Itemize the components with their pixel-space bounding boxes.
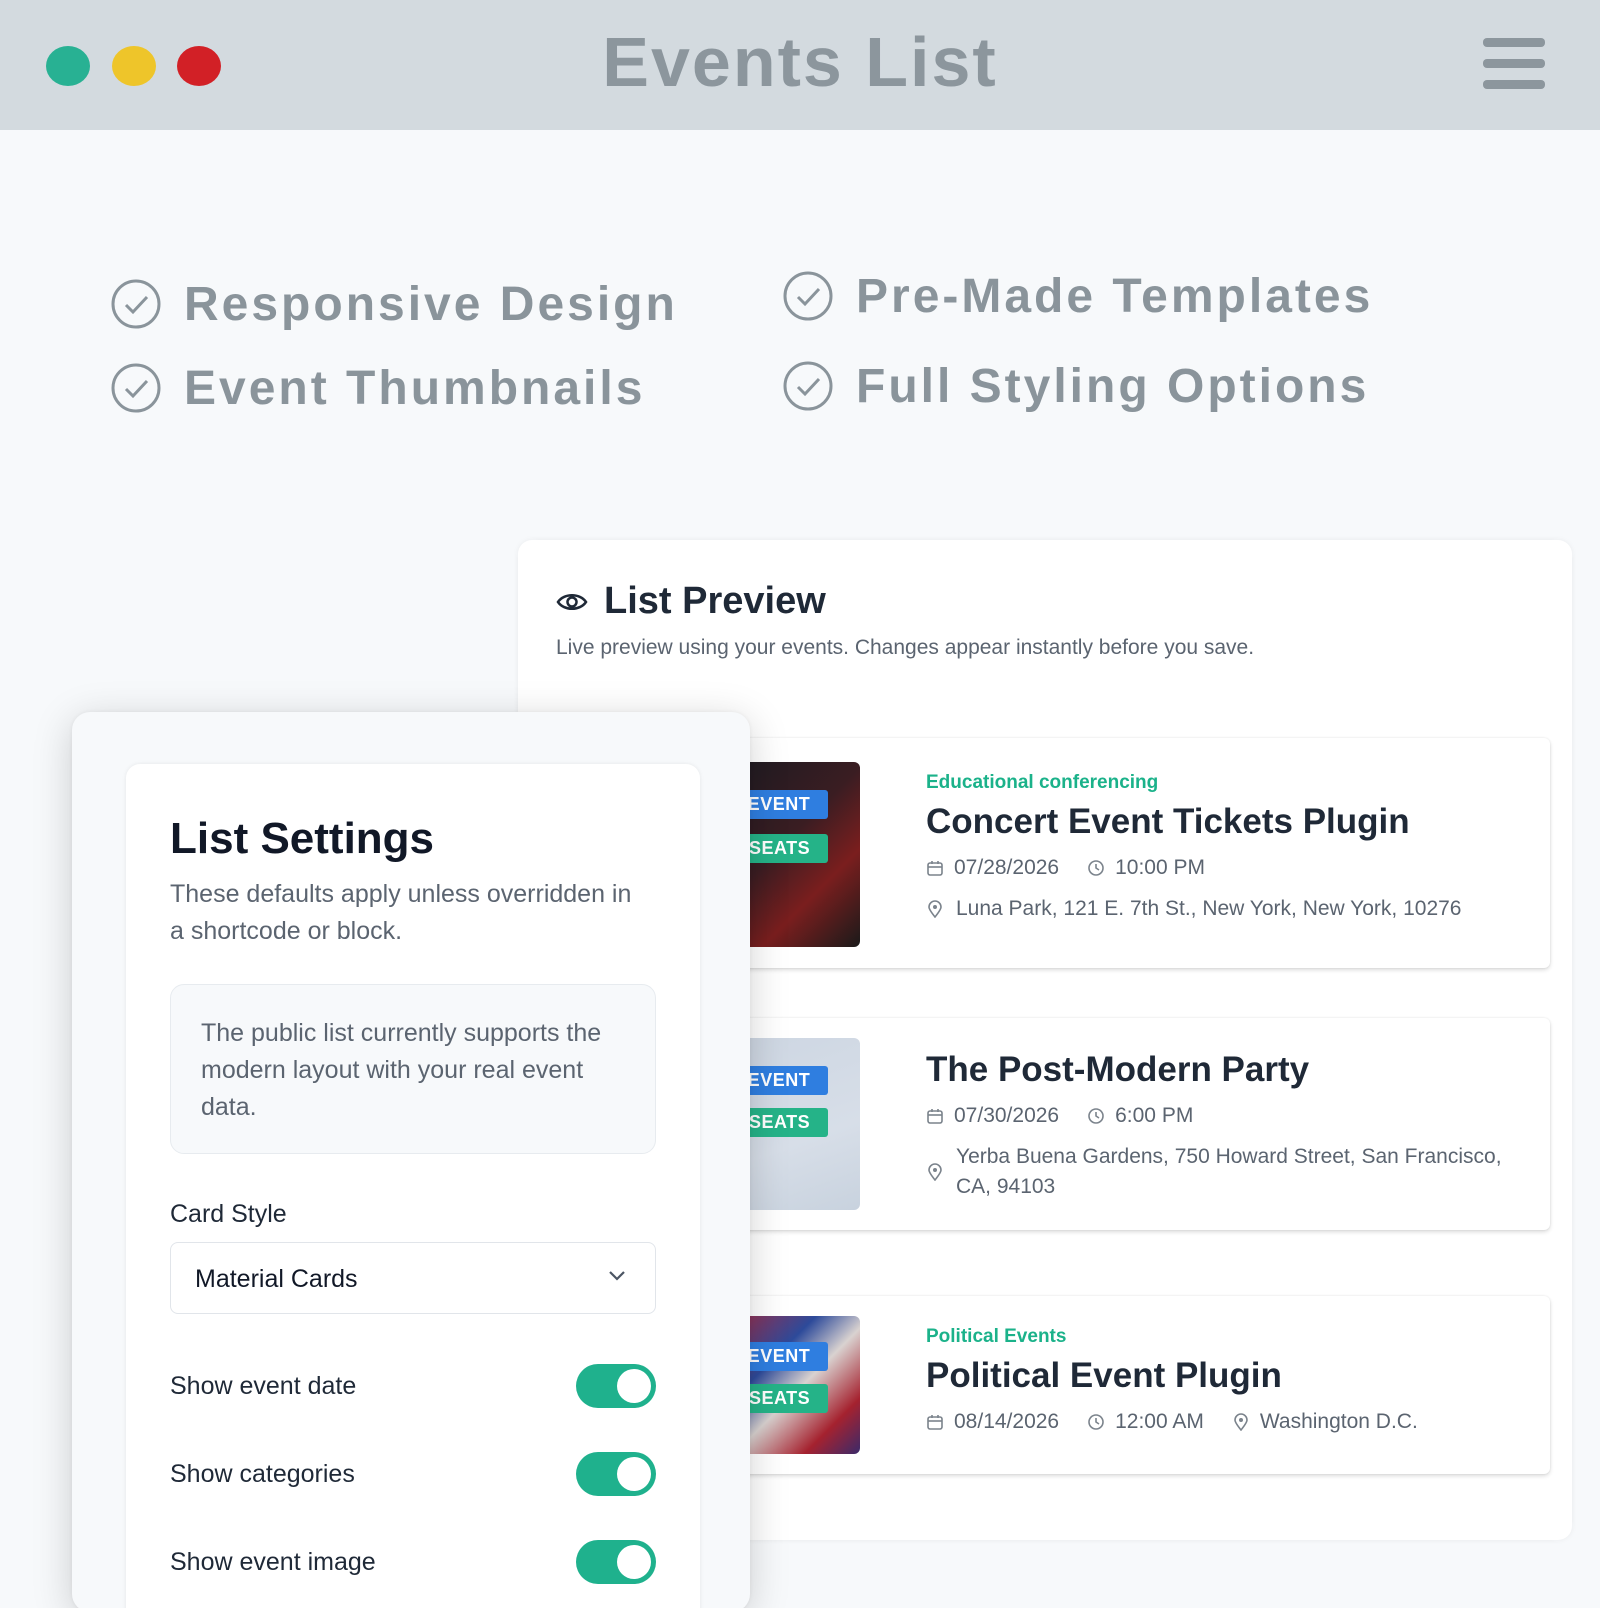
- event-date: 07/30/2026: [954, 1104, 1060, 1127]
- clock-icon: [1088, 860, 1104, 876]
- feature-label: Pre-Made Templates: [856, 269, 1374, 323]
- check-circle-icon: [783, 361, 833, 411]
- toggle-row-show-event-date: Show event date: [170, 1364, 656, 1408]
- calendar-icon: [927, 1415, 943, 1430]
- settings-title: List Settings: [170, 814, 435, 863]
- toggle-label: Show event date: [170, 1372, 357, 1400]
- info-notice: The public list currently supports the m…: [170, 984, 656, 1154]
- feature-event-thumbnails: Event Thumbnails: [110, 358, 645, 418]
- show-categories-toggle[interactable]: [576, 1452, 656, 1496]
- event-date: 08/14/2026: [954, 1410, 1060, 1433]
- settings-card: List Settings These defaults apply unles…: [126, 764, 700, 1608]
- event-location: Washington D.C.: [1259, 1410, 1418, 1433]
- event-category: Educational conferencing: [926, 772, 1159, 793]
- preview-header: List Preview: [556, 580, 826, 623]
- feature-pre-made-templates: Pre-Made Templates: [782, 266, 1373, 326]
- show-event-date-toggle[interactable]: [576, 1364, 656, 1408]
- calendar-icon: [927, 1109, 943, 1124]
- clock-icon: [1088, 1108, 1104, 1124]
- show-event-image-toggle[interactable]: [576, 1540, 656, 1584]
- settings-subtitle: These defaults apply unless overridden i…: [170, 880, 632, 945]
- event-date: 07/28/2026: [954, 856, 1060, 879]
- card-style-select[interactable]: Material Cards: [170, 1242, 656, 1314]
- preview-title: List Preview: [604, 580, 826, 622]
- card-style-label: Card Style: [170, 1200, 287, 1228]
- feature-label: Event Thumbnails: [184, 361, 646, 415]
- feature-label: Responsive Design: [184, 277, 678, 331]
- check-circle-icon: [783, 271, 833, 321]
- list-settings-panel: List Settings These defaults apply unles…: [72, 712, 750, 1608]
- location-pin-icon: [928, 1163, 942, 1181]
- event-title[interactable]: Concert Event Tickets Plugin: [926, 802, 1520, 842]
- feature-label: Full Styling Options: [856, 359, 1370, 413]
- event-title[interactable]: Political Event Plugin: [926, 1356, 1520, 1396]
- event-location: Yerba Buena Gardens, 750 Howard Street, …: [956, 1145, 1502, 1198]
- event-card[interactable]: Y EVENT D SEATS Educational conferencing…: [718, 738, 1550, 968]
- eye-icon: [556, 593, 588, 610]
- check-circle-icon: [111, 279, 161, 329]
- toggle-row-show-event-image: Show event image: [170, 1540, 656, 1584]
- clock-icon: [1088, 1414, 1104, 1430]
- feature-full-styling-options: Full Styling Options: [782, 356, 1369, 416]
- event-time: 12:00 AM: [1115, 1410, 1204, 1433]
- feature-responsive-design: Responsive Design: [110, 274, 678, 334]
- event-time: 6:00 PM: [1115, 1104, 1194, 1127]
- event-category: Political Events: [926, 1326, 1067, 1347]
- window-titlebar: Events List: [0, 0, 1600, 130]
- toggle-row-show-categories: Show categories: [170, 1452, 656, 1496]
- location-pin-icon: [1234, 1413, 1248, 1431]
- chevron-down-icon: [609, 1271, 625, 1281]
- event-card[interactable]: Y EVENT D SEATS Political Events Politic…: [718, 1296, 1550, 1474]
- event-time: 10:00 PM: [1115, 856, 1205, 879]
- preview-subtitle: Live preview using your events. Changes …: [556, 636, 1255, 659]
- check-circle-icon: [111, 363, 161, 413]
- toggle-label: Show event image: [170, 1548, 376, 1576]
- toggle-label: Show categories: [170, 1460, 355, 1488]
- location-pin-icon: [928, 900, 942, 918]
- card-style-value: Material Cards: [195, 1265, 358, 1293]
- app-title: Events List: [602, 23, 998, 101]
- hamburger-menu-icon[interactable]: [1483, 38, 1545, 90]
- event-location: Luna Park, 121 E. 7th St., New York, New…: [956, 897, 1462, 920]
- calendar-icon: [927, 861, 943, 876]
- event-title[interactable]: The Post-Modern Party: [926, 1050, 1520, 1090]
- event-card[interactable]: Y EVENT D SEATS The Post-Modern Party 07…: [718, 1018, 1550, 1230]
